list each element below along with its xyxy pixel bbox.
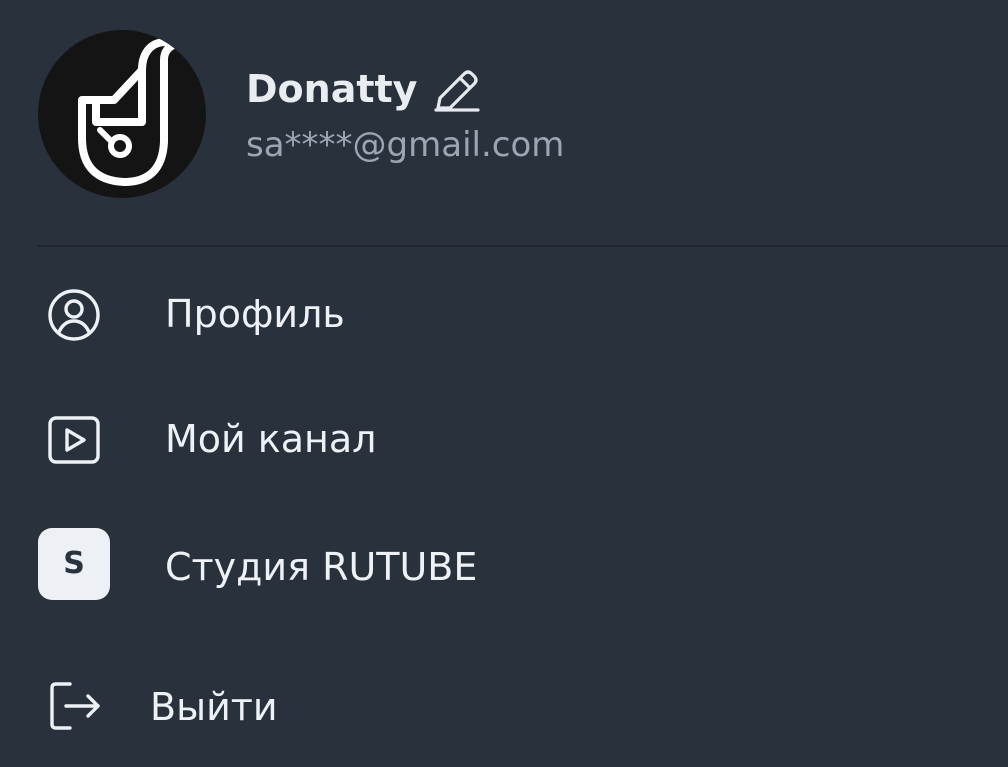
user-email: sa****@gmail.com bbox=[246, 125, 565, 165]
menu-item-label: Мой канал bbox=[165, 417, 377, 461]
menu-item-logout[interactable]: Выйти bbox=[0, 648, 1008, 760]
user-menu-panel: Donatty sa****@gmail.com Профиль Мой кан… bbox=[0, 0, 1008, 767]
play-square-icon bbox=[38, 404, 110, 476]
user-header: Donatty sa****@gmail.com bbox=[0, 0, 1008, 246]
divider bbox=[38, 245, 1008, 247]
user-name: Donatty bbox=[246, 67, 418, 111]
logout-icon bbox=[38, 670, 110, 742]
menu-item-label: Студия RUTUBE bbox=[165, 545, 478, 589]
studio-s-badge-icon: S bbox=[38, 528, 110, 600]
avatar[interactable] bbox=[38, 30, 206, 198]
menu-item-studio[interactable]: S Студия RUTUBE bbox=[0, 508, 1008, 620]
donatty-logo-icon bbox=[78, 38, 180, 186]
menu-item-my-channel[interactable]: Мой канал bbox=[0, 384, 1008, 496]
menu-item-profile[interactable]: Профиль bbox=[0, 259, 1008, 371]
menu-item-label: Выйти bbox=[150, 685, 278, 729]
menu-item-label: Профиль bbox=[165, 292, 345, 336]
user-circle-icon bbox=[38, 279, 110, 351]
pencil-icon[interactable] bbox=[430, 64, 482, 116]
